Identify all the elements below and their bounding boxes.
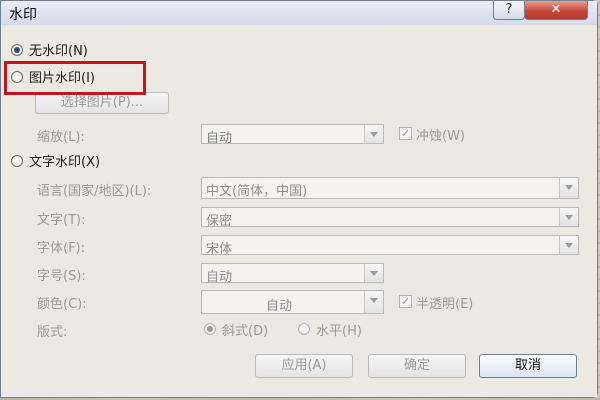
- diagonal-label: 斜式(D): [222, 324, 269, 339]
- chevron-down-icon[interactable]: [559, 236, 578, 254]
- title-bar: 水印 ? ✕: [1, 1, 597, 25]
- scale-label: 缩放(L):: [37, 130, 85, 145]
- layout-label: 版式:: [37, 325, 68, 340]
- window-title: 水印: [9, 7, 37, 23]
- help-button[interactable]: ?: [493, 1, 525, 20]
- washout-checkbox[interactable]: ✓: [399, 127, 412, 140]
- chevron-down-icon[interactable]: [364, 264, 383, 282]
- font-combo[interactable]: 宋体: [201, 235, 579, 257]
- semitransparent-label: 半透明(E): [416, 297, 474, 312]
- color-combo[interactable]: 自动: [201, 290, 384, 314]
- chevron-down-icon[interactable]: [364, 291, 383, 313]
- text-value: 保密: [206, 214, 233, 229]
- chevron-down-icon[interactable]: [559, 208, 578, 226]
- size-label: 字号(S):: [37, 269, 86, 284]
- text-watermark-label[interactable]: 文字水印(X): [29, 151, 100, 170]
- apply-button[interactable]: 应用(A): [255, 354, 353, 378]
- text-combo[interactable]: 保密: [201, 207, 579, 229]
- cancel-button[interactable]: 取消: [479, 354, 577, 378]
- chevron-down-icon[interactable]: [559, 178, 578, 198]
- color-value: 自动: [266, 299, 293, 314]
- text-label: 文字(T):: [37, 213, 86, 228]
- horizontal-label: 水平(H): [316, 324, 362, 339]
- language-label: 语言(国家/地区)(L):: [37, 184, 152, 199]
- color-label: 颜色(C):: [37, 297, 87, 312]
- diagonal-radio[interactable]: [204, 323, 216, 335]
- semitransparent-checkbox[interactable]: ✓: [399, 295, 412, 308]
- scale-combo[interactable]: 自动: [201, 124, 384, 146]
- text-watermark-radio[interactable]: [11, 155, 23, 167]
- ok-button[interactable]: 确定: [368, 354, 466, 378]
- scale-value: 自动: [206, 131, 233, 146]
- language-combo[interactable]: 中文(简体，中国): [201, 177, 579, 199]
- no-watermark-label[interactable]: 无水印(N): [29, 40, 88, 59]
- close-button[interactable]: ✕: [524, 1, 588, 20]
- select-picture-button[interactable]: 选择图片(P)...: [35, 92, 169, 114]
- washout-label: 冲蚀(W): [416, 129, 465, 144]
- font-label: 字体(F):: [37, 241, 86, 256]
- watermark-dialog: 水印 ? ✕ 无水印(N) 图片水印(I) 选择图片(P)... 缩放(L): …: [0, 0, 598, 398]
- horizontal-radio[interactable]: [298, 323, 310, 335]
- chevron-down-icon[interactable]: [364, 125, 383, 143]
- no-watermark-radio[interactable]: [11, 44, 23, 56]
- size-combo[interactable]: 自动: [201, 263, 384, 285]
- language-value: 中文(简体，中国): [206, 184, 308, 199]
- font-value: 宋体: [206, 242, 233, 257]
- annotation-highlight-box: [4, 61, 146, 95]
- size-value: 自动: [206, 270, 233, 285]
